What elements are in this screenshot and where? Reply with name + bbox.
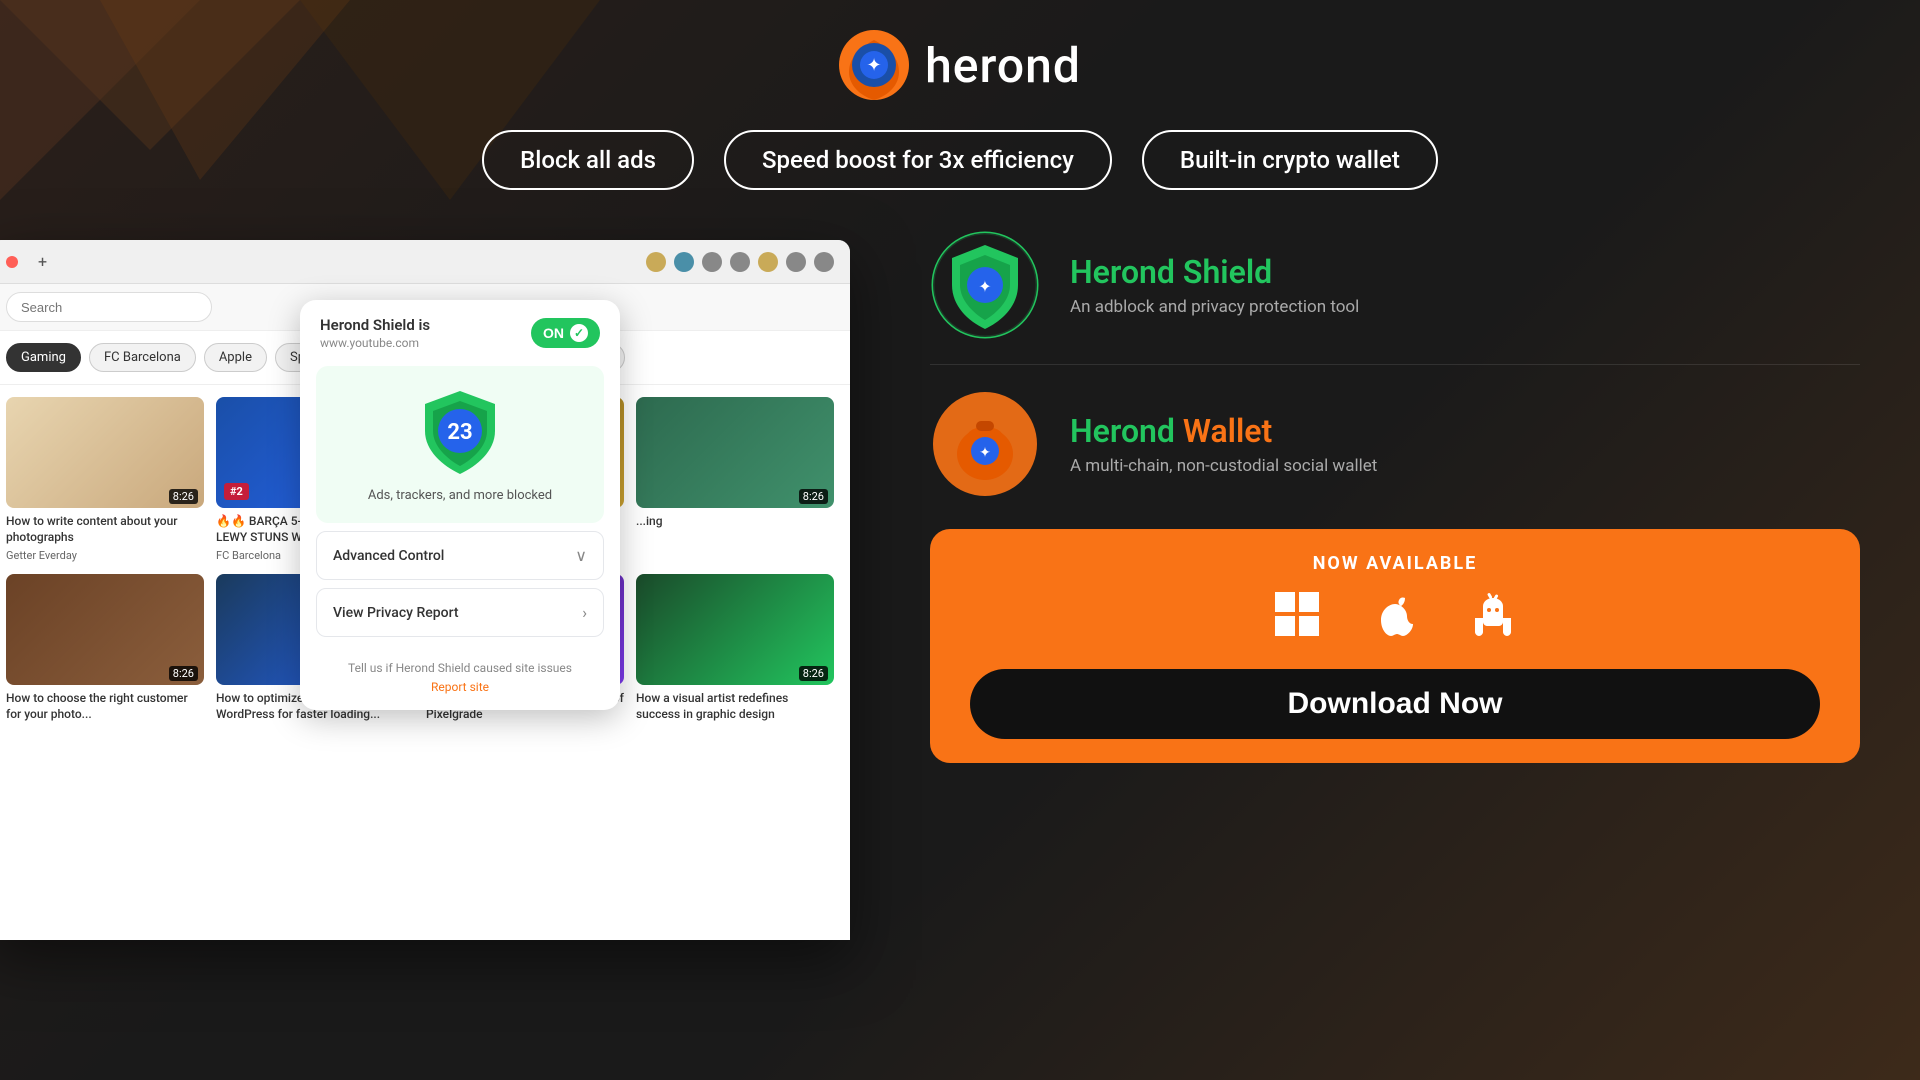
chip-gaming[interactable]: Gaming xyxy=(6,343,81,372)
video-duration-3: 8:26 xyxy=(799,489,828,504)
toolbar-icon-5 xyxy=(814,252,834,272)
download-now-button[interactable]: Download Now xyxy=(970,669,1820,739)
search-input[interactable] xyxy=(6,292,212,322)
blocked-text: Ads, trackers, and more blocked xyxy=(368,488,552,503)
pill-speed[interactable]: Speed boost for 3x efficiency xyxy=(724,130,1112,190)
browser-topbar: + xyxy=(0,240,850,284)
advanced-control[interactable]: Advanced Control ∨ xyxy=(316,531,604,580)
android-icon xyxy=(1469,590,1517,649)
popup-footer: Tell us if Herond Shield caused site iss… xyxy=(300,645,620,710)
toolbar-icon-2 xyxy=(730,252,750,272)
main-area: + xyxy=(0,220,1920,1070)
toolbar-icon-4 xyxy=(786,252,806,272)
svg-text:23: 23 xyxy=(447,420,472,445)
svg-text:✦: ✦ xyxy=(978,277,991,296)
toolbar-icon-1 xyxy=(702,252,722,272)
header: ✦ herond xyxy=(0,0,1920,120)
wallet-feature-icon: ✦ xyxy=(930,389,1040,499)
video-title-0: How to write content about your photogra… xyxy=(6,514,204,545)
download-card: NOW AVAILABLE xyxy=(930,529,1860,763)
video-card-4[interactable]: 8:26 How to choose the right customer fo… xyxy=(6,574,204,726)
toggle-on-button[interactable]: ON ✓ xyxy=(531,318,600,348)
video-card-7[interactable]: 8:26 How a visual artist redefines succe… xyxy=(636,574,834,726)
wallet-feature-desc: A multi-chain, non-custodial social wall… xyxy=(1070,456,1377,476)
popup-header: Herond Shield is www.youtube.com ON ✓ xyxy=(300,300,620,358)
shield-feature-title: Herond Shield xyxy=(1070,253,1359,291)
tab-close[interactable] xyxy=(6,256,18,268)
wallet-feature-row: ✦ Herond Wallet A multi-chain, non-custo… xyxy=(930,389,1860,499)
feature-divider xyxy=(930,364,1860,365)
privacy-report-label: View Privacy Report xyxy=(333,605,459,621)
chevron-down-icon: ∨ xyxy=(575,546,587,565)
shield-feature-row: ✦ Herond Shield An adblock and privacy p… xyxy=(930,230,1860,340)
feature-pills: Block all ads Speed boost for 3x efficie… xyxy=(0,130,1920,190)
popup-footer-text: Tell us if Herond Shield caused site iss… xyxy=(348,661,572,675)
tab-plus[interactable]: + xyxy=(38,252,47,271)
report-site-link[interactable]: Report site xyxy=(320,680,600,694)
video-title-4: How to choose the right customer for you… xyxy=(6,691,204,722)
privacy-report[interactable]: View Privacy Report › xyxy=(316,588,604,637)
shield-feature-text: Herond Shield An adblock and privacy pro… xyxy=(1070,253,1359,317)
video-card-0[interactable]: 8:26 How to write content about your pho… xyxy=(6,397,204,562)
popup-url: www.youtube.com xyxy=(320,336,430,350)
windows-icon xyxy=(1273,590,1321,649)
popup-title-block: Herond Shield is www.youtube.com xyxy=(320,316,430,350)
pill-crypto[interactable]: Built-in crypto wallet xyxy=(1142,130,1438,190)
video-meta-0: Getter Everday xyxy=(6,549,204,562)
toolbar-icon-3 xyxy=(758,252,778,272)
svg-text:✦: ✦ xyxy=(979,445,991,461)
apple-icon xyxy=(1371,590,1419,649)
page-content: ✦ herond Block all ads Speed boost for 3… xyxy=(0,0,1920,1080)
video-card-3[interactable]: 8:26 ...ing xyxy=(636,397,834,562)
browser-icons xyxy=(646,252,834,272)
advanced-control-label: Advanced Control xyxy=(333,548,444,564)
shield-feature-icon: ✦ xyxy=(930,230,1040,340)
chevron-right-icon: › xyxy=(582,603,587,622)
platform-icons xyxy=(970,590,1820,649)
wallet-feature-title: Herond Wallet xyxy=(1070,412,1377,450)
toggle-label: ON xyxy=(543,325,564,341)
video-duration-7: 8:26 xyxy=(799,666,828,681)
video-title-3: ...ing xyxy=(636,514,834,530)
pill-block-ads[interactable]: Block all ads xyxy=(482,130,694,190)
browser-section: + xyxy=(0,220,850,1070)
popup-shield-area: 23 Ads, trackers, and more blocked xyxy=(316,366,604,523)
shield-toolbar-icon xyxy=(674,252,694,272)
star-icon xyxy=(646,252,666,272)
right-panel: ✦ Herond Shield An adblock and privacy p… xyxy=(850,220,1920,1070)
logo-text: herond xyxy=(925,37,1081,94)
shield-feature-desc: An adblock and privacy protection tool xyxy=(1070,297,1359,317)
video-duration-0: 8:26 xyxy=(169,489,198,504)
shield-popup: Herond Shield is www.youtube.com ON ✓ xyxy=(300,300,620,710)
toggle-check-icon: ✓ xyxy=(570,324,588,342)
popup-title: Herond Shield is xyxy=(320,316,430,334)
wallet-feature-text: Herond Wallet A multi-chain, non-custodi… xyxy=(1070,412,1377,476)
chip-fcb[interactable]: FC Barcelona xyxy=(89,343,196,372)
shield-badge: 23 xyxy=(415,386,505,476)
svg-text:✦: ✦ xyxy=(867,55,882,76)
video-duration-4: 8:26 xyxy=(169,666,198,681)
now-available-label: NOW AVAILABLE xyxy=(970,553,1820,574)
chip-apple[interactable]: Apple xyxy=(204,343,267,372)
video-title-7: How a visual artist redefines success in… xyxy=(636,691,834,722)
herond-logo-icon: ✦ xyxy=(839,30,909,100)
